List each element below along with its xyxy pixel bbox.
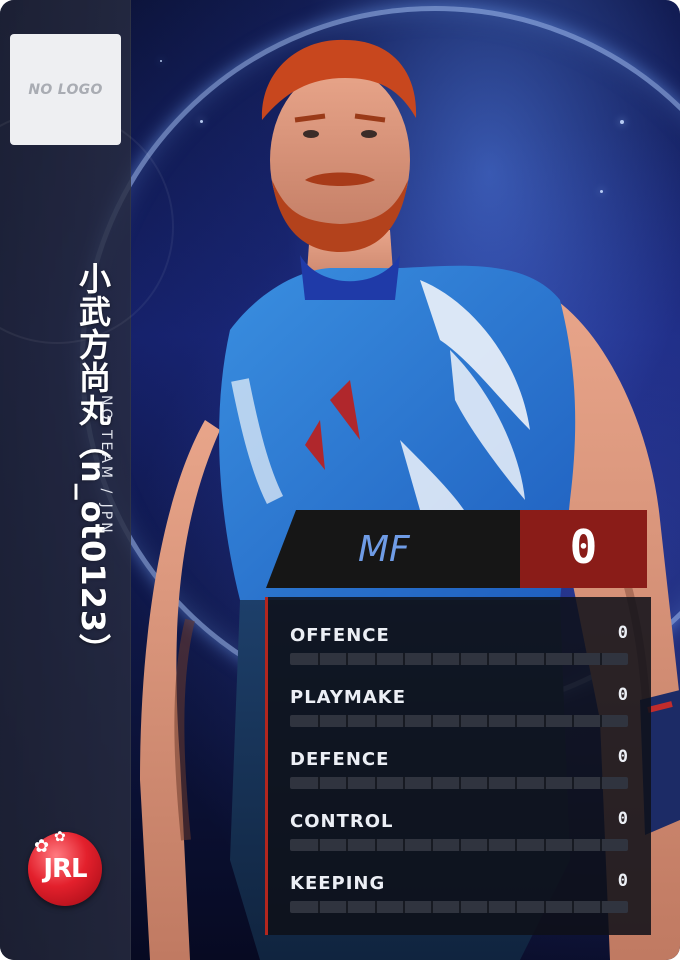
stat-bar-segment [543, 901, 546, 913]
left-info-strip: NO LOGO 小武方尚丸（n_ot0123） NO TEAM / JPN ✿ … [0, 0, 174, 960]
stat-bar-segment [543, 653, 546, 665]
stat-label: CONTROL [290, 811, 394, 832]
stat-bar-segment [430, 777, 433, 789]
player-card: NO LOGO 小武方尚丸（n_ot0123） NO TEAM / JPN ✿ … [0, 0, 680, 960]
stat-bar-segment [515, 777, 518, 789]
stat-bar-segment [346, 901, 349, 913]
stat-value: 0 [617, 685, 628, 705]
team-country: NO TEAM / JPN [98, 395, 114, 536]
stat-bar-segment [430, 839, 433, 851]
stat-bar-segment [430, 715, 433, 727]
stat-bar-segment [430, 653, 433, 665]
stat-bar-segment [599, 777, 602, 789]
flower-icon: ✿ [54, 829, 66, 845]
stat-bar [290, 839, 628, 851]
stat-bar-segment [487, 839, 490, 851]
stat-bar-segment [374, 777, 377, 789]
stat-bar-segment [318, 715, 321, 727]
stat-bar-segment [543, 715, 546, 727]
stat-bar-segment [487, 901, 490, 913]
stat-bar-segment [571, 839, 574, 851]
stat-value: 0 [617, 809, 628, 829]
stat-bar-segment [515, 901, 518, 913]
stat-bar-segment [459, 839, 461, 851]
stat-bar-segment [487, 715, 490, 727]
jrl-logo: ✿ ✿ JRL [28, 829, 102, 906]
position-box: MF [266, 510, 520, 588]
stat-bar-segment [571, 777, 574, 789]
stat-bar-segment [459, 653, 461, 665]
stat-bar [290, 715, 628, 727]
stat-bar-segment [487, 777, 490, 789]
stat-bar [290, 653, 628, 665]
overall-rating: 0 [569, 520, 598, 574]
stat-bar-segment [402, 653, 405, 665]
stat-bar-segment [374, 715, 377, 727]
stat-bar-segment [515, 839, 518, 851]
stat-bar-segment [459, 901, 461, 913]
stat-bar-segment [599, 653, 602, 665]
position-label: MF [358, 529, 410, 570]
stat-bar-segment [459, 715, 461, 727]
stat-bar-segment [318, 901, 321, 913]
jrl-logo-text: JRL [43, 854, 87, 884]
no-logo-text: NO LOGO [28, 81, 103, 98]
stat-bar-segment [515, 715, 518, 727]
stat-bar-segment [571, 653, 574, 665]
stat-bar-segment [318, 839, 321, 851]
stat-bar [290, 901, 628, 913]
stat-value: 0 [617, 871, 628, 891]
stat-bar-segment [599, 901, 602, 913]
stat-bar-segment [318, 653, 321, 665]
stat-bar-segment [487, 653, 490, 665]
stat-bar-segment [346, 839, 349, 851]
stat-bar-segment [402, 901, 405, 913]
stat-bar-segment [402, 777, 405, 789]
stat-bar [290, 777, 628, 789]
stat-bar-segment [599, 839, 602, 851]
stat-bar-segment [402, 839, 405, 851]
team-logo-placeholder: NO LOGO [10, 34, 121, 145]
stat-bar-segment [543, 839, 546, 851]
stat-bar-segment [430, 901, 433, 913]
stat-label: OFFENCE [290, 625, 390, 646]
stat-bar-segment [459, 777, 461, 789]
stat-bar-segment [571, 715, 574, 727]
stat-bar-segment [346, 715, 349, 727]
stat-bar-segment [374, 839, 377, 851]
stat-bar-segment [599, 715, 602, 727]
stats-panel: OFFENCE 0 PLAYMAKE 0 DEFENCE 0 CONTROL 0… [265, 597, 651, 935]
stat-label: KEEPING [290, 873, 386, 894]
stat-value: 0 [617, 623, 628, 643]
stat-label: DEFENCE [290, 749, 390, 770]
stat-bar-segment [402, 715, 405, 727]
stat-bar-segment [515, 653, 518, 665]
stat-label: PLAYMAKE [290, 687, 406, 708]
stat-bar-segment [543, 777, 546, 789]
stat-bar-segment [318, 777, 321, 789]
stat-value: 0 [617, 747, 628, 767]
stat-bar-segment [374, 653, 377, 665]
stat-bar-segment [346, 777, 349, 789]
stat-bar-segment [346, 653, 349, 665]
stat-bar-segment [571, 901, 574, 913]
stat-bar-segment [374, 901, 377, 913]
overall-rating-box: 0 [520, 510, 647, 588]
